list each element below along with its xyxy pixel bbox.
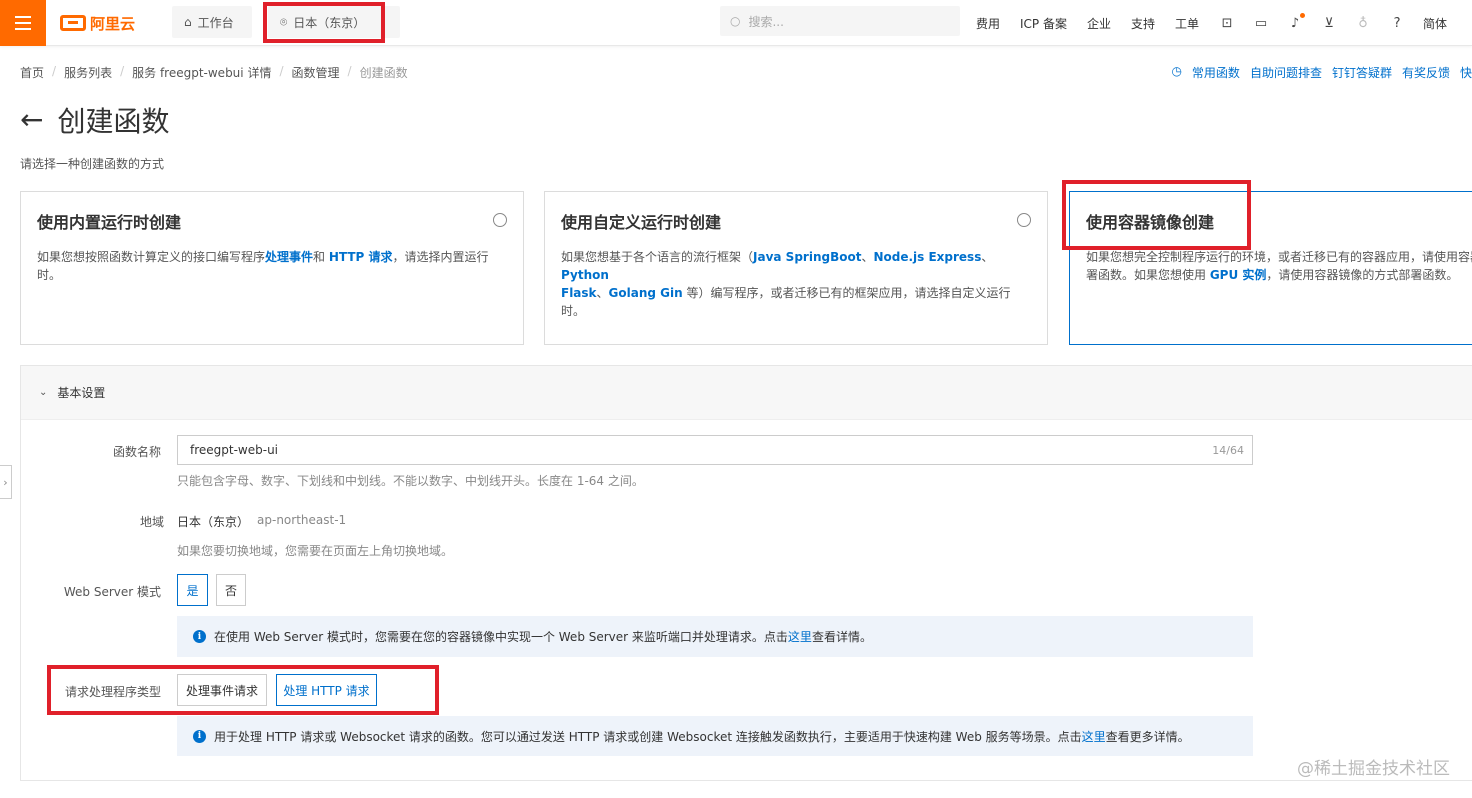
nav-support[interactable]: 支持 xyxy=(1131,15,1155,32)
webserver-no-button[interactable]: 否 xyxy=(216,574,246,606)
handler-info-box: i 用于处理 HTTP 请求或 Websocket 请求的函数。您可以通过发送 … xyxy=(177,716,1253,756)
notification-dot xyxy=(1300,13,1306,18)
breadcrumb-current: 创建函数 xyxy=(359,66,408,80)
webserver-info-box: i 在使用 Web Server 模式时，您需要在您的容器镜像中实现一个 Web… xyxy=(177,616,1253,657)
clock-icon: ◷ xyxy=(1171,64,1182,78)
help-icon[interactable]: ? xyxy=(1389,15,1405,31)
card-description: 如果您想按照函数计算定义的接口编写程序处理事件和 HTTP 请求，请选择内置运行… xyxy=(37,250,489,282)
link-common-functions[interactable]: 常用函数 xyxy=(1192,64,1240,81)
cart-icon[interactable]: ⊻ xyxy=(1321,15,1337,31)
card-title: 使用自定义运行时创建 xyxy=(561,213,722,232)
fn-name-label: 函数名称 xyxy=(112,445,161,459)
brand-logo[interactable]: 阿里云 xyxy=(60,11,135,35)
nav-enterprise[interactable]: 企业 xyxy=(1087,15,1111,32)
handler-info-text: 用于处理 HTTP 请求或 Websocket 请求的函数。您可以通过发送 HT… xyxy=(214,729,1190,744)
link-feedback[interactable]: 有奖反馈 xyxy=(1402,64,1450,81)
handler-http-button[interactable]: 处理 HTTP 请求 xyxy=(276,674,377,706)
radio-builtin-runtime[interactable] xyxy=(493,213,507,227)
location-pin-icon: ⌾ xyxy=(280,14,288,29)
section-title: 基本设置 xyxy=(57,386,106,400)
workbench-button[interactable]: ⌂ 工作台 xyxy=(172,6,252,38)
cloudshell-icon[interactable]: ⊡ xyxy=(1219,15,1235,31)
home-icon: ⌂ xyxy=(184,15,192,29)
region-value: 日本（东京） ap-northeast-1 xyxy=(177,513,346,530)
breadcrumb-separator: / xyxy=(347,64,352,78)
region-name: 日本（东京） xyxy=(177,515,250,529)
card-container-image[interactable]: 使用容器镜像创建 如果您想完全控制程序运行的环境，或者迁移已有的容器应用，请使用… xyxy=(1069,191,1472,345)
radio-custom-runtime[interactable] xyxy=(1017,213,1031,227)
card-description: 如果您想基于各个语言的流行框架（Java SpringBoot、Node.js … xyxy=(561,250,1011,318)
webserver-label: Web Server 模式 xyxy=(63,585,161,599)
breadcrumb-services[interactable]: 服务列表 xyxy=(64,64,112,81)
page-title-row: ← 创建函数 xyxy=(20,100,169,140)
page-title: 创建函数 xyxy=(57,105,170,138)
search-input[interactable]: ○ 搜索... xyxy=(720,6,960,36)
function-name-value: freegpt-web-ui xyxy=(190,443,279,457)
link-more[interactable]: 快 xyxy=(1460,64,1472,81)
search-icon: ○ xyxy=(730,14,741,28)
webserver-yes-button[interactable]: 是 xyxy=(177,574,208,606)
breadcrumb-separator: / xyxy=(120,64,125,78)
brand-name: 阿里云 xyxy=(90,14,136,33)
help-links: ◷ 常用函数 自助问题排查 钉钉答疑群 有奖反馈 快 xyxy=(1171,64,1472,81)
breadcrumb-home[interactable]: 首页 xyxy=(20,64,44,81)
region-code: ap-northeast-1 xyxy=(257,513,347,527)
bell-icon[interactable]: ♪ xyxy=(1287,13,1306,31)
webserver-info-link[interactable]: 这里 xyxy=(788,630,812,644)
info-icon: i xyxy=(193,729,206,743)
region-label: 日本（东京） xyxy=(293,15,366,30)
card-title: 使用内置运行时创建 xyxy=(37,213,182,232)
card-description: 如果您想完全控制程序运行的环境，或者迁移已有的容器应用，请使用容器 署函数。如果… xyxy=(1086,250,1472,282)
top-nav: 费用 ICP 备案 企业 支持 工单 ⊡ ▭ ♪ ⊻ ♁ ? 简体 xyxy=(976,0,1467,46)
workbench-label: 工作台 xyxy=(197,15,234,30)
region-selector[interactable]: ⌾ 日本（东京） xyxy=(268,6,400,38)
handler-type-label: 请求处理程序类型 xyxy=(64,685,161,699)
function-name-input[interactable]: freegpt-web-ui 14/64 xyxy=(177,435,1253,465)
card-builtin-runtime[interactable]: 使用内置运行时创建 如果您想按照函数计算定义的接口编写程序处理事件和 HTTP … xyxy=(20,191,524,345)
language-switch[interactable]: 简体 xyxy=(1423,15,1447,32)
watermark: @稀土掘金技术社区 xyxy=(1297,759,1450,779)
section-header[interactable]: ⌄ 基本设置 xyxy=(21,366,1472,420)
breadcrumb-functions[interactable]: 函数管理 xyxy=(292,64,340,81)
fn-name-hint: 只能包含字母、数字、下划线和中划线。不能以数字、中划线开头。长度在 1-64 之… xyxy=(177,474,644,488)
breadcrumb-separator: / xyxy=(279,64,284,78)
region-hint: 如果您要切换地域，您需要在页面左上角切换地域。 xyxy=(177,544,454,558)
handler-info-link[interactable]: 这里 xyxy=(1082,730,1106,744)
breadcrumb: 首页 / 服务列表 / 服务 freegpt-webui 详情 / 函数管理 / 创建函… xyxy=(20,64,408,81)
char-counter: 14/64 xyxy=(1212,443,1244,457)
chevron-down-icon: ⌄ xyxy=(39,387,48,398)
sidebar-expand-handle[interactable]: › xyxy=(0,465,12,499)
breadcrumb-separator: / xyxy=(52,64,57,78)
nav-billing[interactable]: 费用 xyxy=(976,15,1000,32)
handler-event-button[interactable]: 处理事件请求 xyxy=(177,674,267,706)
link-dingtalk-group[interactable]: 钉钉答疑群 xyxy=(1332,64,1392,81)
search-placeholder: 搜索... xyxy=(748,14,784,29)
card-title: 使用容器镜像创建 xyxy=(1086,213,1215,232)
nav-ticket[interactable]: 工单 xyxy=(1175,15,1199,32)
lightbulb-icon[interactable]: ♁ xyxy=(1355,15,1371,31)
webserver-info-text: 在使用 Web Server 模式时，您需要在您的容器镜像中实现一个 Web S… xyxy=(214,630,872,644)
terminal-icon[interactable]: ▭ xyxy=(1253,15,1269,31)
card-custom-runtime[interactable]: 使用自定义运行时创建 如果您想基于各个语言的流行框架（Java SpringBo… xyxy=(544,191,1048,345)
breadcrumb-service-detail[interactable]: 服务 freegpt-webui 详情 xyxy=(132,64,271,81)
info-icon: i xyxy=(193,630,206,643)
top-bar: 阿里云 ⌂ 工作台 ⌾ 日本（东京） ○ 搜索... 费用 ICP 备案 企业 … xyxy=(0,0,1472,46)
page-subtitle: 请选择一种创建函数的方式 xyxy=(20,157,165,171)
aliyun-logo-icon xyxy=(60,15,86,31)
link-troubleshoot[interactable]: 自助问题排查 xyxy=(1250,64,1322,81)
menu-icon[interactable] xyxy=(0,0,46,46)
region-label: 地域 xyxy=(139,515,164,529)
back-arrow-icon[interactable]: ← xyxy=(20,106,43,134)
nav-icp[interactable]: ICP 备案 xyxy=(1020,15,1067,32)
